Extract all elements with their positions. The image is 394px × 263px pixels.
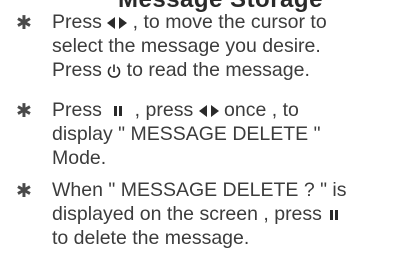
line: Press , press once , to	[52, 99, 299, 121]
power-icon	[107, 63, 121, 79]
line: Press to read the message.	[52, 59, 310, 81]
line: Mode.	[52, 147, 107, 169]
line: display " MESSAGE DELETE "	[52, 123, 321, 145]
left-right-arrows-icon	[198, 104, 219, 117]
bullet-icon: ✱	[16, 181, 32, 202]
bullet-icon: ✱	[16, 101, 32, 122]
line: Press , to move the cursor to	[52, 11, 327, 33]
instruction-text-2: Press , press once , to display " MESSAG…	[52, 98, 321, 170]
pause-icon	[111, 105, 125, 116]
line: to delete the message.	[52, 227, 250, 249]
pause-icon	[327, 209, 341, 220]
bullet-icon: ✱	[16, 13, 32, 34]
left-right-arrows-icon	[107, 16, 128, 29]
line: select the message you desire.	[52, 35, 321, 57]
instruction-text-3: When " MESSAGE DELETE ? " is displayed o…	[52, 178, 347, 250]
instruction-text-1: Press , to move the cursor to select the…	[52, 10, 327, 82]
line: When " MESSAGE DELETE ? " is	[52, 179, 347, 201]
line: displayed on the screen , press	[52, 202, 347, 226]
